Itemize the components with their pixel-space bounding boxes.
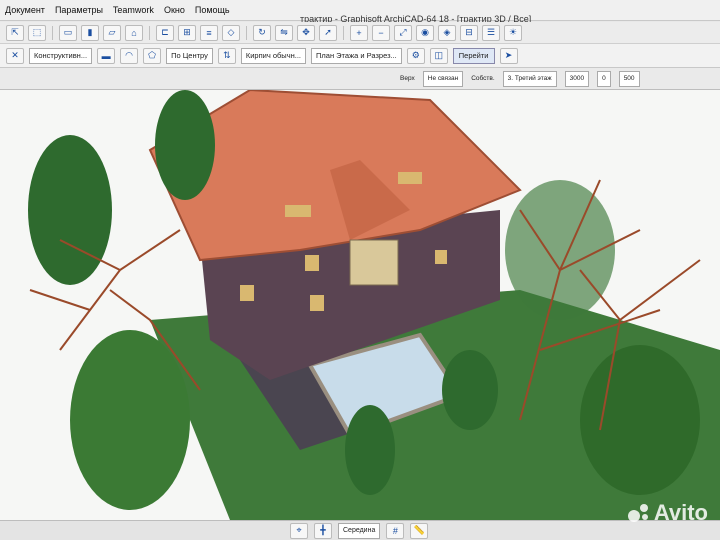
menu-item-teamwork[interactable]: Teamwork (108, 5, 159, 15)
flip-icon[interactable]: ⇅ (217, 47, 236, 64)
ruler-icon[interactable]: 📏 (410, 522, 429, 539)
tree (442, 350, 498, 430)
nav-3d-icon[interactable]: ◫ (429, 47, 448, 64)
section-icon[interactable]: ⊟ (460, 24, 478, 41)
material-field[interactable]: Кирпич обычн... (240, 47, 306, 64)
infobox-panel: Верх Не связан Собств. 3. Третий этаж 30… (0, 68, 720, 90)
avito-watermark-text: Avito (653, 500, 708, 525)
menu-item-help[interactable]: Помощь (190, 5, 235, 15)
3d-model-render (28, 90, 720, 520)
tree (28, 135, 112, 285)
tree (155, 90, 215, 200)
status-bar: ⌖ ╋ Середина # 📏 (0, 520, 720, 540)
pointer-icon[interactable]: ✕ (6, 47, 24, 64)
drag-icon[interactable]: ➚ (319, 24, 337, 41)
marquee-icon[interactable]: ⬚ (28, 24, 46, 41)
fit-window-icon[interactable]: ⤢ (394, 24, 412, 41)
toolbar-divider (52, 25, 53, 40)
go-button[interactable]: Перейти (452, 47, 495, 64)
height-field[interactable]: 3000 (564, 70, 590, 87)
dormer-window (398, 172, 422, 184)
arc-icon[interactable]: ◠ (120, 47, 139, 64)
slab-tool-icon[interactable]: ▱ (103, 24, 121, 41)
archicad-window: Документ Параметры Teamwork Окно Помощь … (0, 0, 720, 540)
offset-field[interactable]: 0 (597, 70, 611, 87)
dormer-window (285, 205, 311, 217)
info-toolbar: ✕ Конструктивн... ▬ ◠ ⬠ По Центру ⇅ Кирп… (0, 44, 720, 68)
top-link-label: Верх (400, 75, 415, 82)
avito-logo-icon (627, 502, 650, 524)
grid-icon[interactable]: # (386, 522, 405, 539)
thickness-field[interactable]: 500 (618, 70, 640, 87)
menu-item-window[interactable]: Окно (159, 5, 190, 15)
avito-watermark: Avito (627, 500, 708, 526)
menu-item-parameters[interactable]: Параметры (50, 5, 108, 15)
geometry-icon[interactable]: ▬ (97, 47, 116, 64)
snap-mode-field[interactable]: Середина (338, 522, 381, 539)
bay-window (349, 239, 399, 286)
mirror-icon[interactable]: ⇋ (275, 24, 293, 41)
settings-icon[interactable]: ⚙ (406, 47, 425, 64)
wall-tool-icon[interactable]: ▭ (59, 24, 77, 41)
menu-item-document[interactable]: Документ (0, 5, 50, 15)
toolbar-divider (149, 25, 150, 40)
rotate-icon[interactable]: ↻ (253, 24, 271, 41)
door-tool-icon[interactable]: ⊏ (156, 24, 174, 41)
window (435, 250, 447, 264)
snap-icon[interactable]: ⌖ (290, 522, 308, 539)
orbit-icon[interactable]: ◉ (416, 24, 434, 41)
tree (580, 345, 700, 495)
toolbar-divider (343, 25, 344, 40)
3d-viewport[interactable] (0, 90, 720, 520)
view-field[interactable]: План Этажа и Разрез... (311, 47, 402, 64)
window (240, 285, 254, 301)
layers-icon[interactable]: ☰ (482, 24, 500, 41)
object-tool-icon[interactable]: ◇ (222, 24, 240, 41)
tree (70, 330, 190, 510)
guide-icon[interactable]: ╋ (314, 522, 332, 539)
cursor-icon[interactable]: ➤ (499, 47, 518, 64)
zoom-out-icon[interactable]: − (372, 24, 390, 41)
window (305, 255, 319, 271)
polygon-icon[interactable]: ⬠ (143, 47, 162, 64)
standard-toolbar: ⇱ ⬚ ▭ ▮ ▱ ⌂ ⊏ ⊞ ≡ ◇ ↻ ⇋ ✥ ➚ + − ⤢ ◉ ◈ ⊟ … (0, 22, 720, 44)
layer-field[interactable]: Конструктивн... (29, 47, 93, 64)
window (310, 295, 324, 311)
move-icon[interactable]: ✥ (297, 24, 315, 41)
floor-field[interactable]: 3. Третий этаж (502, 70, 557, 87)
roof-tool-icon[interactable]: ⌂ (125, 24, 143, 41)
anchor-field[interactable]: По Центру (166, 47, 213, 64)
arrow-select-icon[interactable]: ⇱ (6, 24, 24, 41)
own-label: Собств. (471, 75, 495, 82)
zoom-in-icon[interactable]: + (350, 24, 368, 41)
column-tool-icon[interactable]: ▮ (81, 24, 99, 41)
top-link-field[interactable]: Не связан (422, 70, 464, 87)
toolbar-divider (246, 25, 247, 40)
3d-view-icon[interactable]: ◈ (438, 24, 456, 41)
render-icon[interactable]: ☀ (504, 24, 522, 41)
stair-tool-icon[interactable]: ≡ (200, 24, 218, 41)
tree (345, 405, 395, 495)
window-tool-icon[interactable]: ⊞ (178, 24, 196, 41)
